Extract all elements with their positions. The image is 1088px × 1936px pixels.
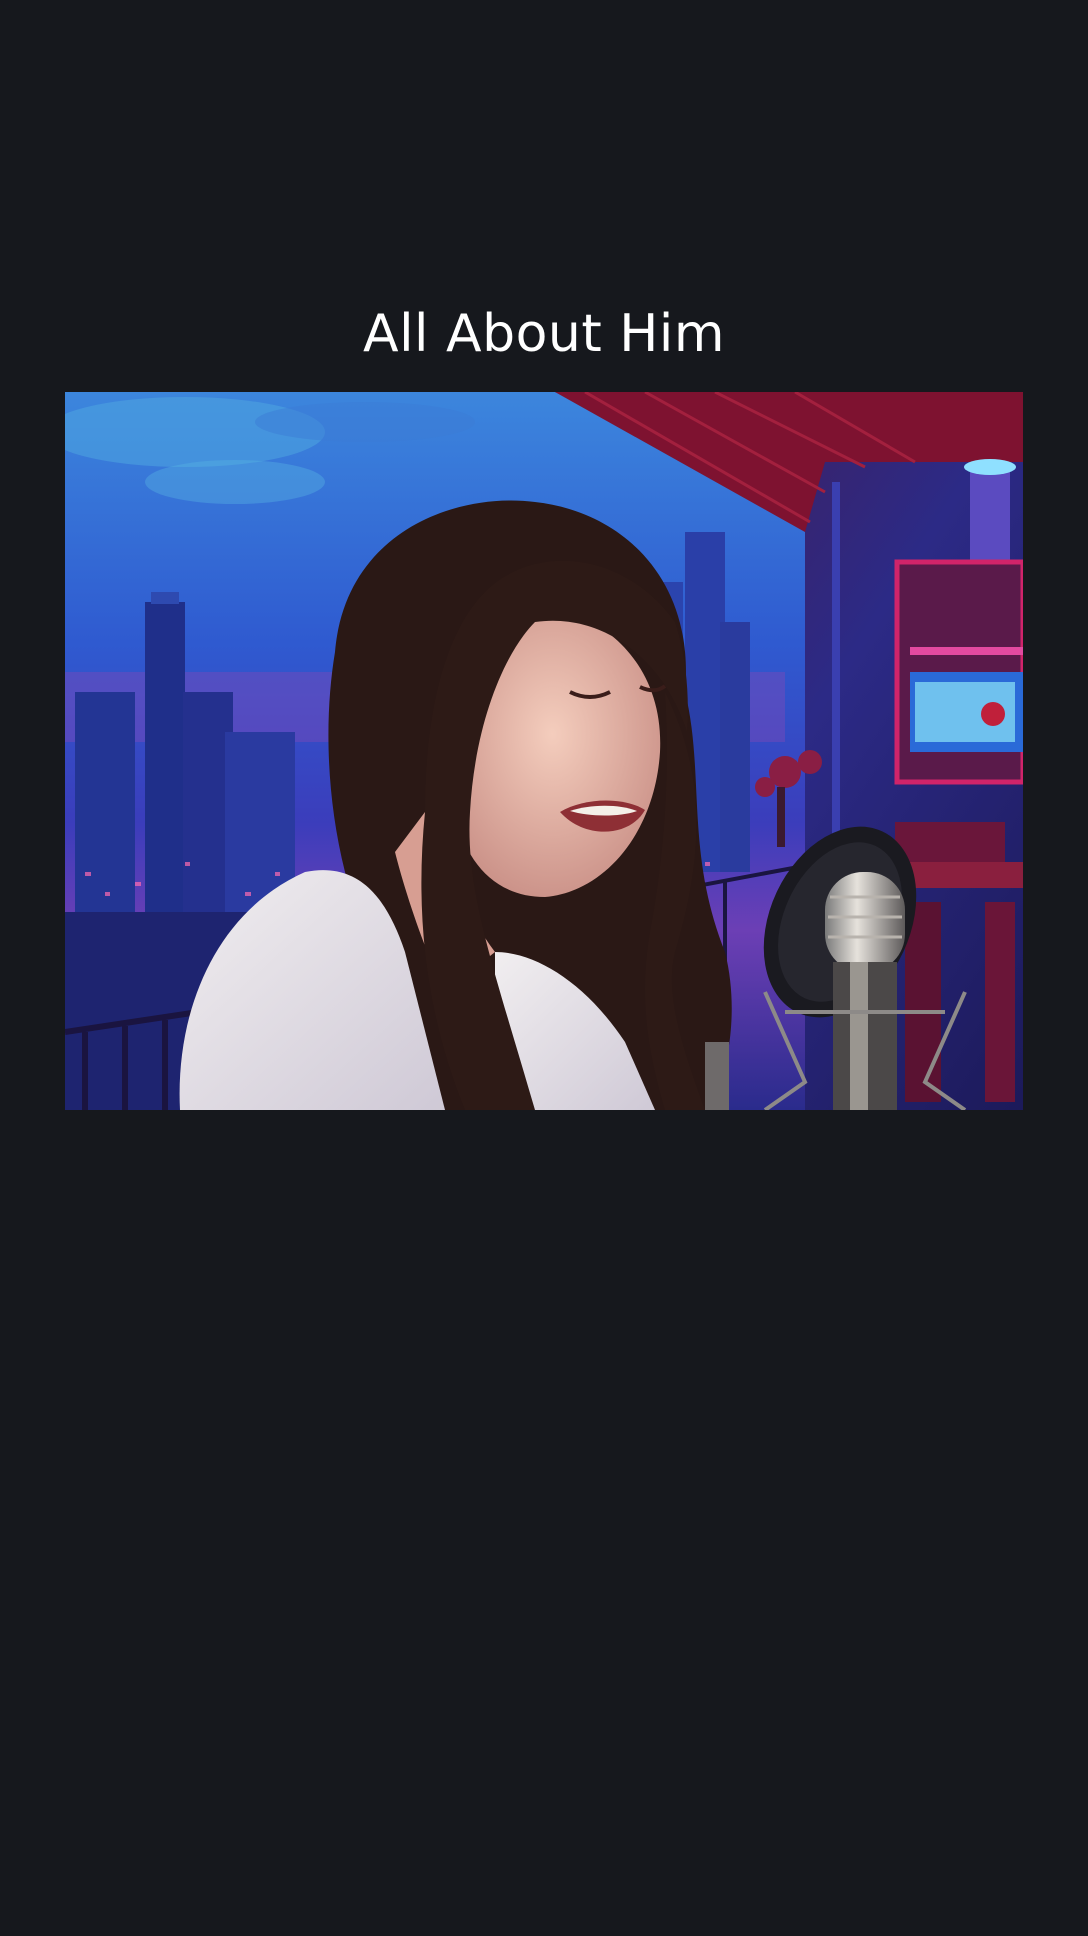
video-frame[interactable]: [65, 392, 1023, 1110]
video-title: All About Him: [363, 304, 725, 364]
video-frame-image: [65, 392, 1023, 1110]
